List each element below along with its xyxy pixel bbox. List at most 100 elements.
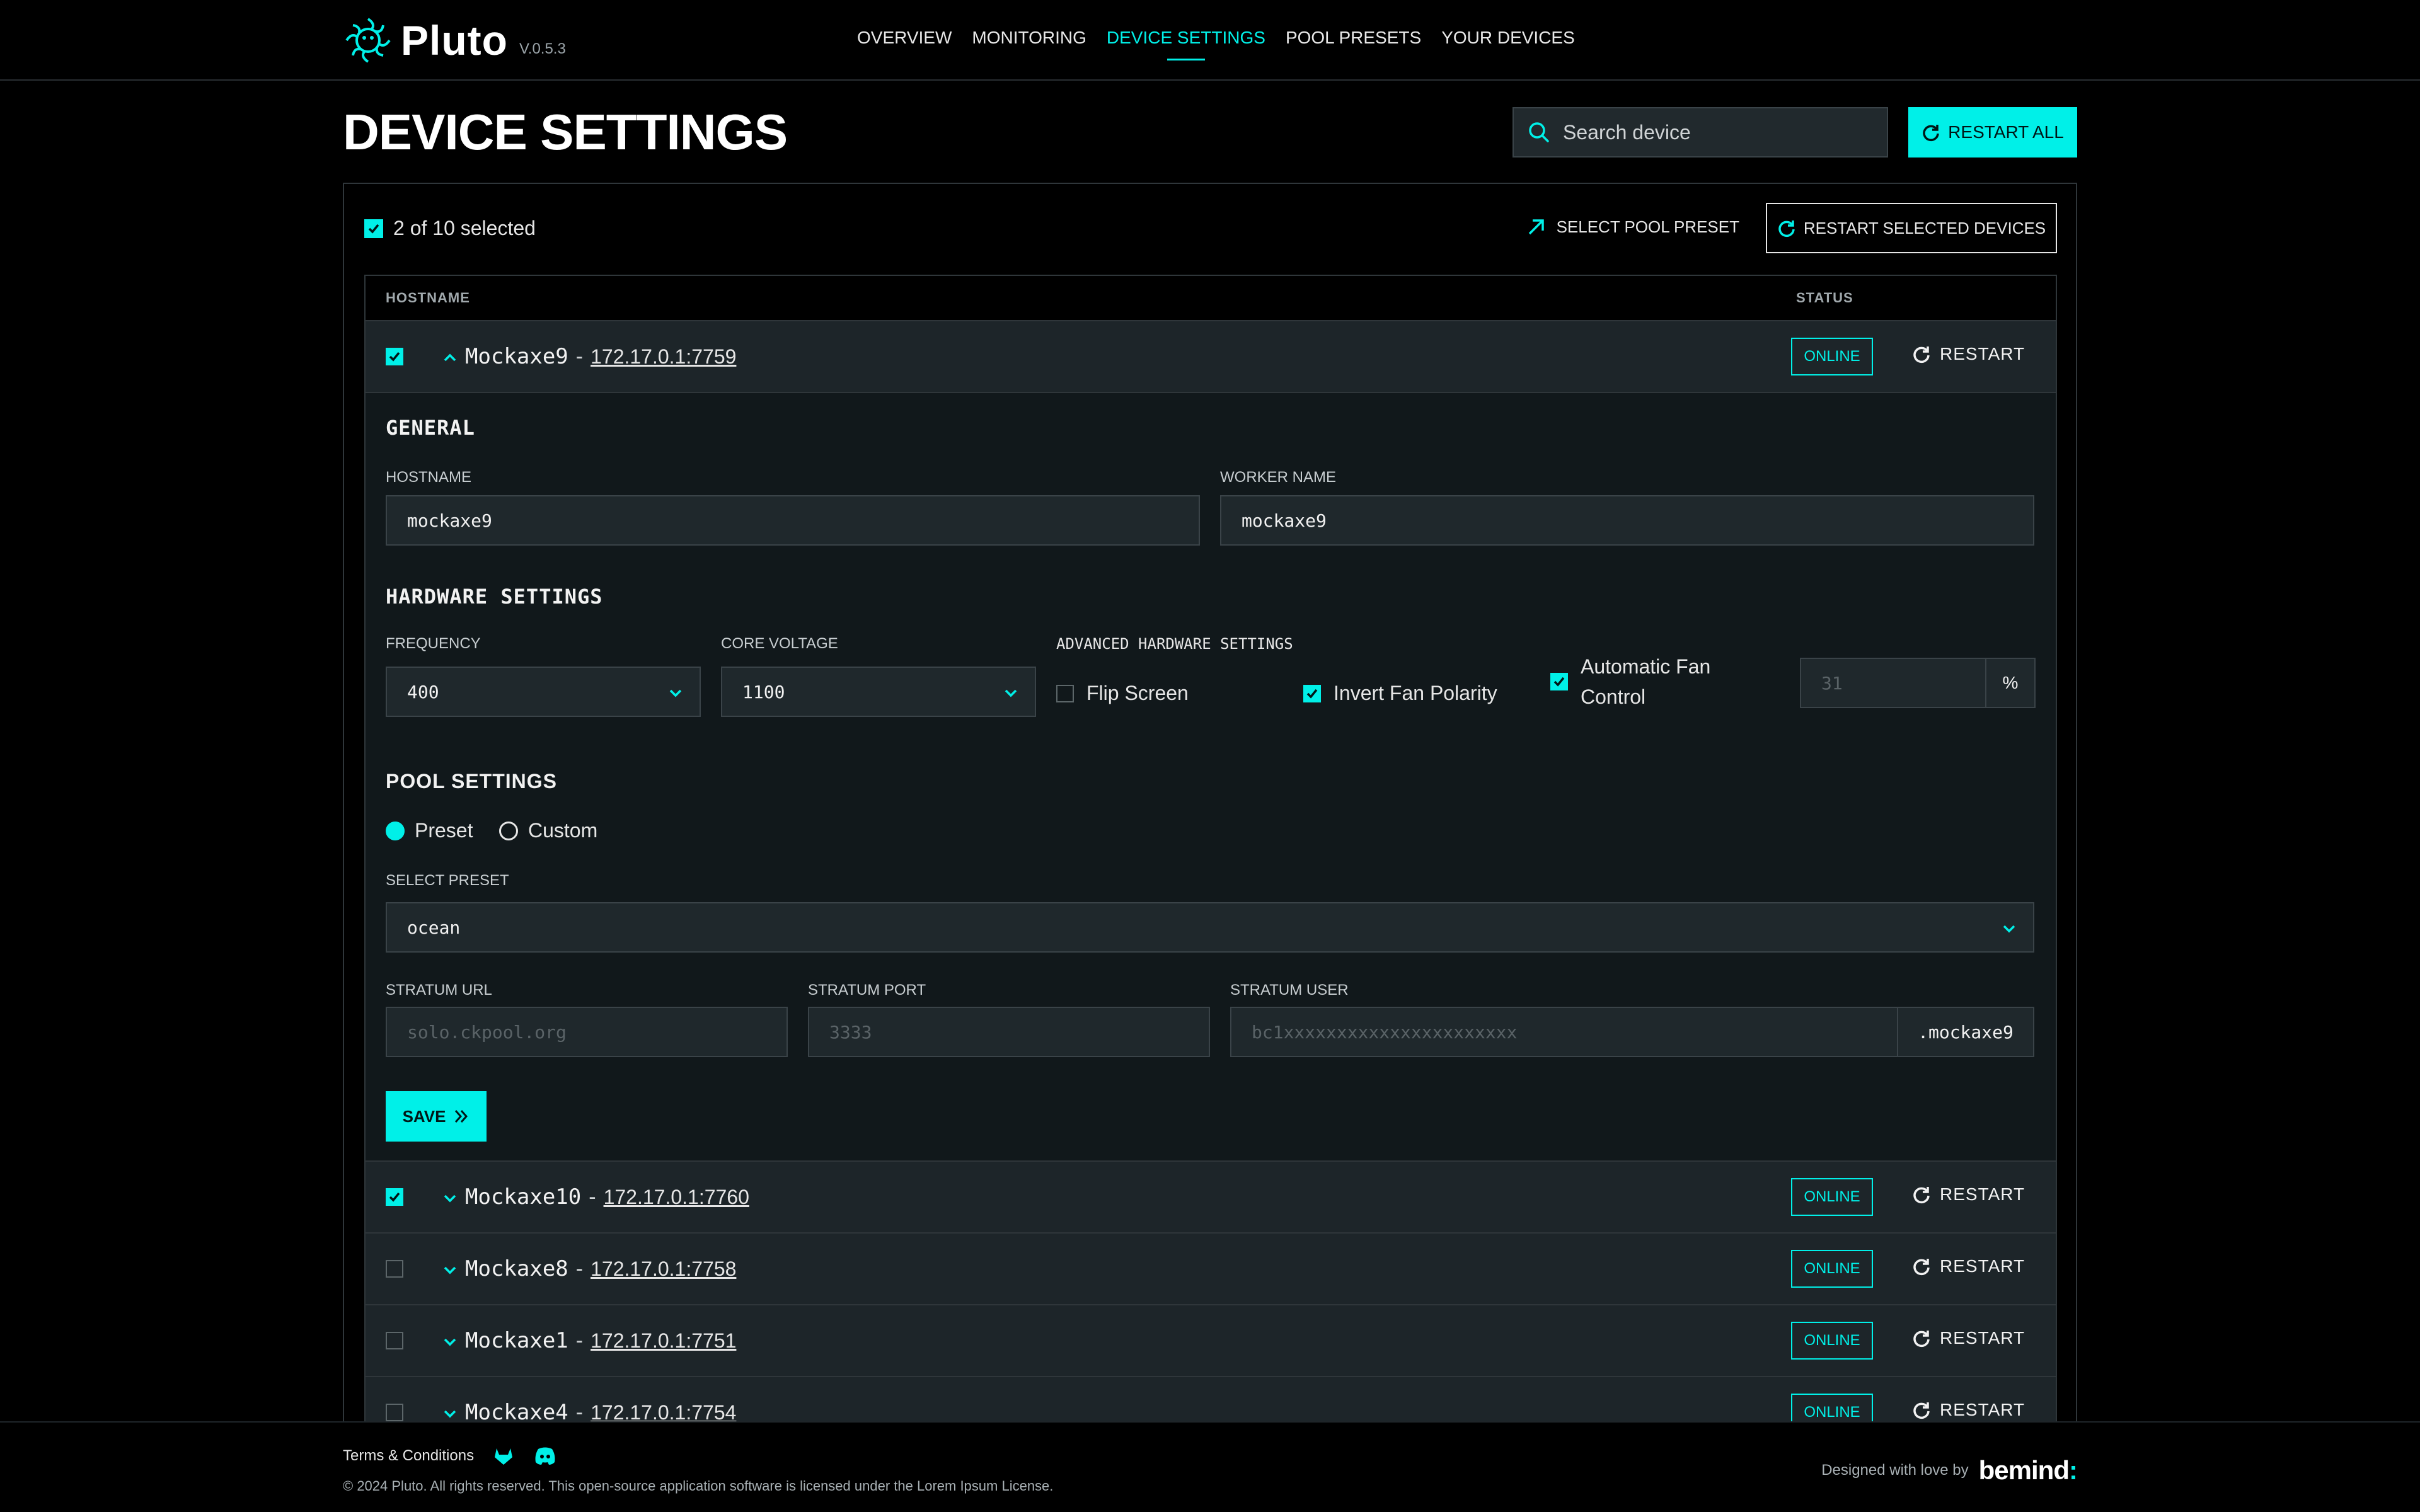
select-all-checkbox[interactable]: [364, 219, 383, 238]
fan-speed-input[interactable]: 31: [1800, 658, 1986, 708]
device-restart-button[interactable]: RESTART: [1912, 1400, 2025, 1420]
chevron-down-icon[interactable]: [441, 1405, 459, 1423]
fan-speed-unit: %: [1985, 658, 2036, 708]
device-checkbox[interactable]: [386, 1404, 403, 1421]
device-ip-link[interactable]: 172.17.0.1:7758: [591, 1257, 736, 1280]
selection-count-text: 2 of 10 selected: [393, 217, 536, 239]
table-header: HOSTNAME STATUS: [366, 276, 2056, 321]
flip-screen-option[interactable]: Flip Screen: [1056, 682, 1189, 705]
app-name: Pluto: [401, 17, 508, 64]
discord-icon[interactable]: [533, 1445, 557, 1467]
device-row[interactable]: Mockaxe8-172.17.0.1:7758 ONLINE RESTART: [366, 1234, 2056, 1305]
device-hostname: Mockaxe10-172.17.0.1:7760: [465, 1184, 749, 1210]
core-voltage-select[interactable]: 1100: [721, 667, 1036, 717]
frequency-label: FREQUENCY: [386, 635, 481, 652]
restart-icon: [1913, 1187, 1930, 1204]
nav-device-settings[interactable]: DEVICE SETTINGS: [1107, 28, 1265, 48]
designed-by-text: Designed with love by: [1821, 1462, 1969, 1479]
worker-name-field[interactable]: mockaxe9: [1220, 495, 2034, 546]
footer-links: Terms & Conditions: [343, 1445, 557, 1467]
device-restart-button[interactable]: RESTART: [1912, 1256, 2025, 1276]
select-preset-dropdown[interactable]: ocean: [386, 902, 2034, 953]
hardware-section-title: HARDWARE SETTINGS: [386, 585, 603, 609]
auto-fan-checkbox[interactable]: [1550, 673, 1568, 690]
device-settings-panel: 2 of 10 selected SELECT POOL PRESET REST…: [343, 183, 2077, 1472]
select-pool-preset-button[interactable]: SELECT POOL PRESET: [1526, 217, 1739, 237]
invert-fan-checkbox[interactable]: [1303, 684, 1321, 702]
save-button[interactable]: SAVE: [386, 1091, 487, 1142]
device-restart-button[interactable]: RESTART: [1912, 1328, 2025, 1348]
restart-icon: [1913, 346, 1930, 364]
radio-preset-option[interactable]: Preset: [386, 819, 473, 842]
chevron-up-icon[interactable]: [441, 349, 459, 367]
stratum-user-placeholder: bc1xxxxxxxxxxxxxxxxxxxxxx: [1252, 1021, 1518, 1043]
hostname-field[interactable]: mockaxe9: [386, 495, 1200, 546]
nav-your-devices[interactable]: YOUR DEVICES: [1441, 28, 1575, 48]
nav-monitoring[interactable]: MONITORING: [972, 28, 1086, 48]
search-icon: [1529, 122, 1549, 142]
device-ip-link[interactable]: 172.17.0.1:7759: [591, 345, 736, 368]
device-restart-button[interactable]: RESTART: [1912, 1184, 2025, 1205]
radio-preset[interactable]: [386, 821, 405, 840]
main-nav: OVERVIEW MONITORING DEVICE SETTINGS POOL…: [857, 28, 1575, 48]
device-row[interactable]: Mockaxe9-172.17.0.1:7759 ONLINE RESTART: [366, 321, 2056, 393]
double-chevron-right-icon: [455, 1110, 468, 1123]
nav-pool-presets[interactable]: POOL PRESETS: [1286, 28, 1421, 48]
frequency-select[interactable]: 400: [386, 667, 701, 717]
fan-speed-placeholder: 31: [1821, 672, 1843, 694]
device-restart-button[interactable]: RESTART: [1912, 344, 2025, 364]
device-checkbox[interactable]: [386, 1332, 403, 1349]
select-preset-value: ocean: [407, 917, 461, 938]
stratum-user-input[interactable]: bc1xxxxxxxxxxxxxxxxxxxxxx: [1230, 1007, 1898, 1057]
flip-screen-label: Flip Screen: [1086, 682, 1189, 704]
device-row[interactable]: Mockaxe10-172.17.0.1:7760 ONLINE RESTART: [366, 1162, 2056, 1234]
check-icon: [389, 1192, 400, 1202]
auto-fan-option[interactable]: Automatic Fan Control: [1550, 651, 1710, 712]
core-voltage-label: CORE VOLTAGE: [721, 635, 838, 652]
nav-overview[interactable]: OVERVIEW: [857, 28, 952, 48]
status-badge: ONLINE: [1791, 1322, 1873, 1360]
chevron-down-icon[interactable]: [441, 1333, 459, 1351]
chevron-down-icon[interactable]: [441, 1189, 459, 1207]
restart-label: RESTART: [1940, 1328, 2025, 1348]
restart-icon: [1913, 1402, 1930, 1419]
device-ip-link[interactable]: 172.17.0.1:7760: [604, 1186, 749, 1208]
designer-brand-suffix: :: [2069, 1455, 2078, 1485]
device-name: Mockaxe10: [465, 1184, 582, 1210]
chevron-down-icon[interactable]: [441, 1261, 459, 1279]
status-badge: ONLINE: [1791, 1178, 1873, 1216]
designer-logo[interactable]: bemind:: [1979, 1455, 2078, 1486]
app-logo[interactable]: Pluto V.0.5.3: [343, 15, 566, 66]
restart-selected-button[interactable]: RESTART SELECTED DEVICES: [1766, 203, 2057, 253]
stratum-url-input[interactable]: solo.ckpool.org: [386, 1007, 788, 1057]
device-ip-link[interactable]: 172.17.0.1:7754: [591, 1401, 736, 1424]
restart-label: RESTART: [1940, 1400, 2025, 1419]
device-checkbox[interactable]: [386, 1188, 403, 1206]
restart-icon: [1913, 1331, 1930, 1348]
device-hostname: Mockaxe1-172.17.0.1:7751: [465, 1328, 736, 1353]
restart-label: RESTART: [1940, 344, 2025, 364]
check-icon: [389, 352, 400, 362]
restart-icon: [1913, 1259, 1930, 1276]
device-ip-link[interactable]: 172.17.0.1:7751: [591, 1329, 736, 1352]
gitlab-icon[interactable]: [493, 1445, 514, 1467]
invert-fan-option[interactable]: Invert Fan Polarity: [1303, 682, 1497, 705]
stratum-port-input[interactable]: 3333: [808, 1007, 1210, 1057]
radio-custom-option[interactable]: Custom: [499, 819, 597, 842]
device-row[interactable]: Mockaxe1-172.17.0.1:7751 ONLINE RESTART: [366, 1305, 2056, 1377]
restart-all-button[interactable]: RESTART ALL: [1908, 107, 2077, 158]
flip-screen-checkbox[interactable]: [1056, 684, 1074, 702]
separator: -: [575, 1329, 584, 1353]
device-checkbox[interactable]: [386, 1260, 403, 1278]
terms-link[interactable]: Terms & Conditions: [343, 1447, 474, 1465]
radio-custom[interactable]: [499, 821, 518, 840]
select-pool-preset-label: SELECT POOL PRESET: [1556, 217, 1739, 236]
select-preset-label: SELECT PRESET: [386, 872, 509, 889]
hostname-label: HOSTNAME: [386, 469, 472, 486]
frequency-value: 400: [407, 681, 439, 702]
device-checkbox[interactable]: [386, 348, 403, 365]
save-label: SAVE: [402, 1106, 446, 1126]
search-input[interactable]: Search device: [1512, 107, 1888, 158]
pool-section-title: POOL SETTINGS: [386, 770, 557, 793]
status-badge: ONLINE: [1791, 338, 1873, 375]
